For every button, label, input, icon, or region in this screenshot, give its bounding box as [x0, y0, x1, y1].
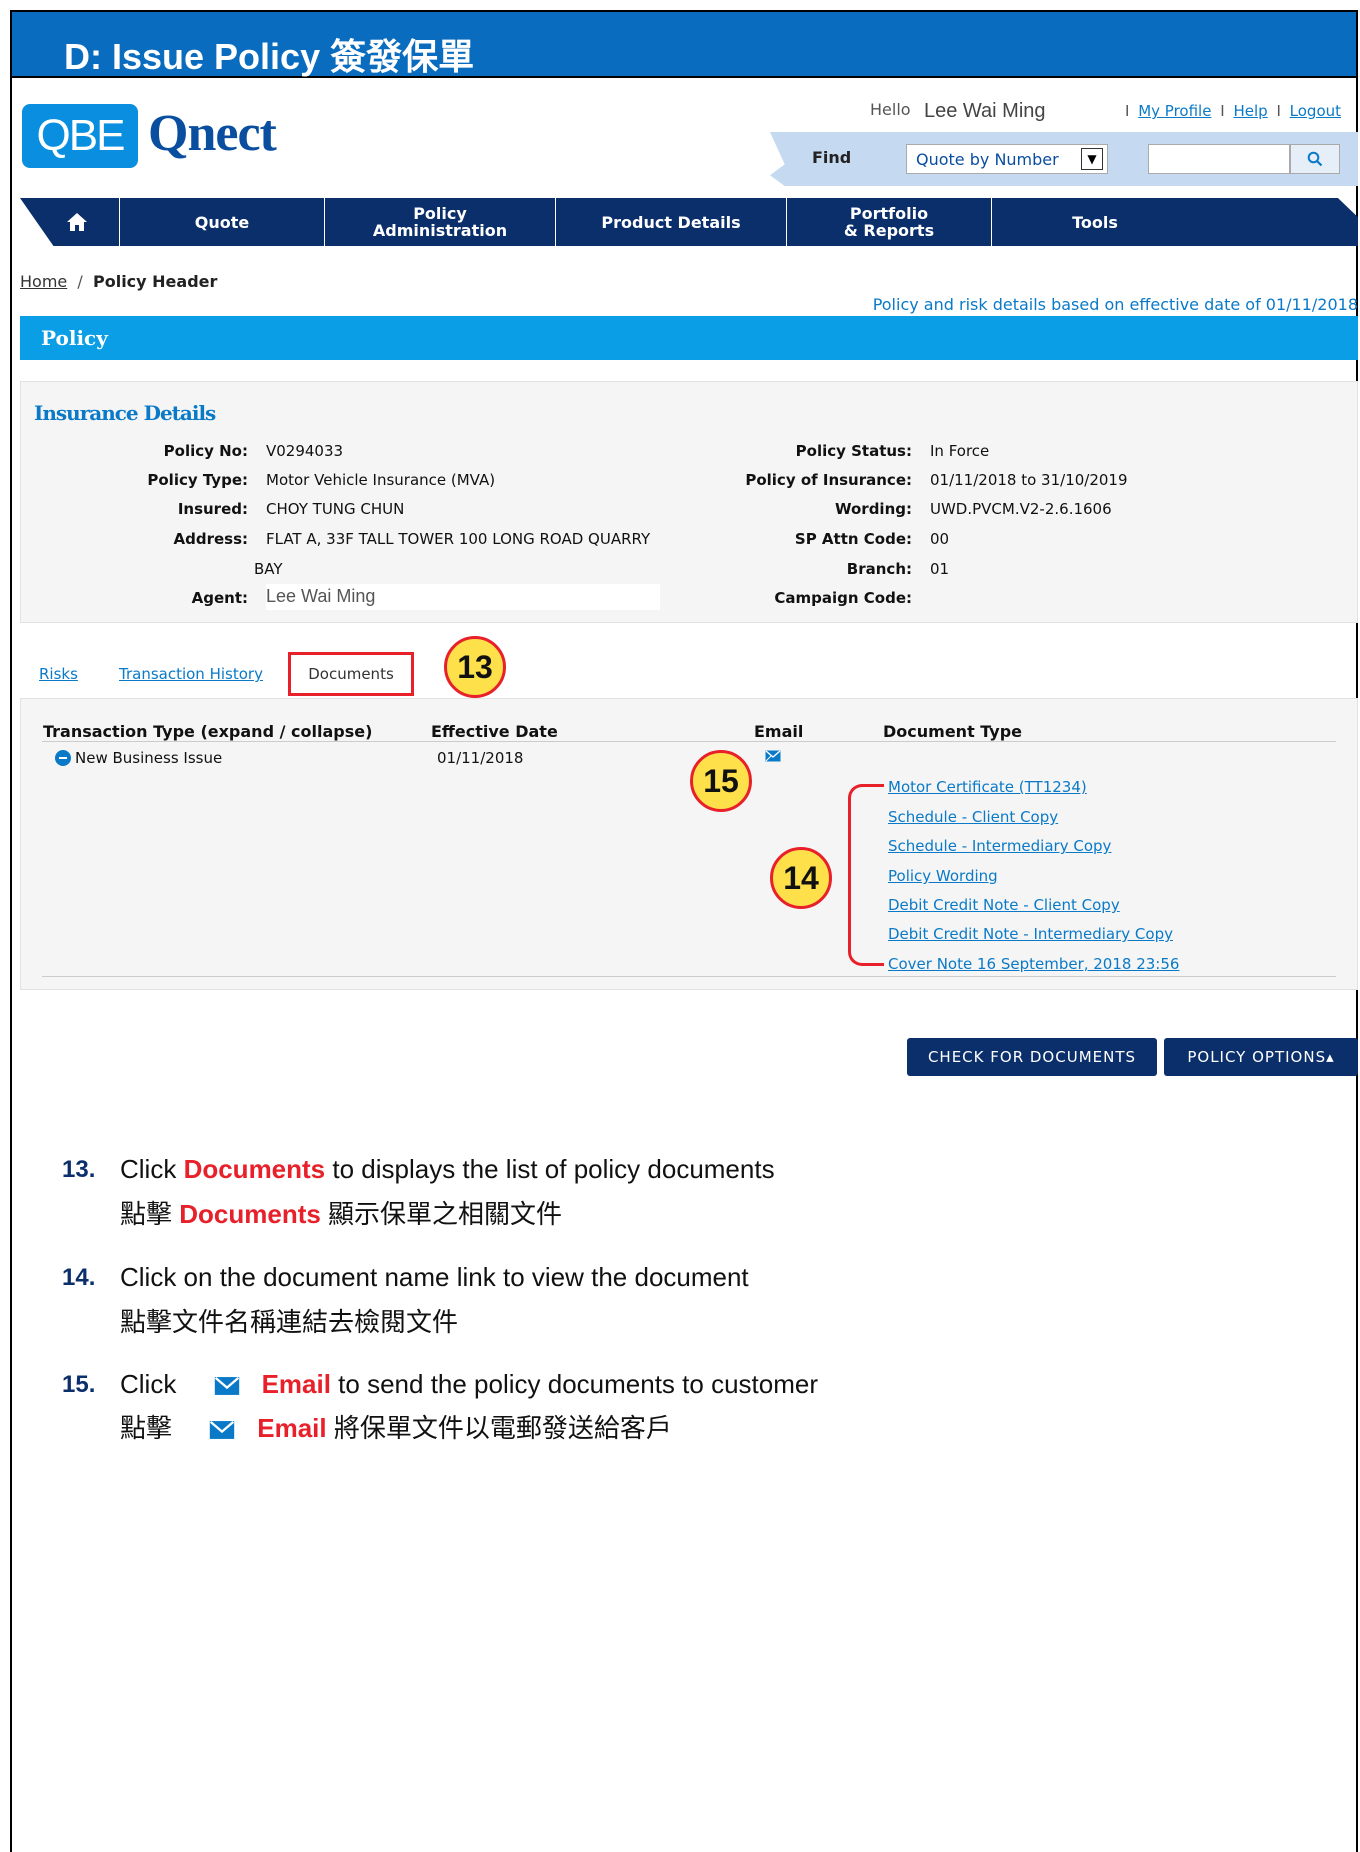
campaign-code-label: Campaign Code: — [774, 589, 912, 607]
breadcrumb-home[interactable]: Home — [20, 272, 67, 291]
title-banner: D: Issue Policy 簽發保單 — [10, 10, 1358, 78]
policy-period-value: 01/11/2018 to 31/10/2019 — [930, 471, 1128, 489]
hello-label: Hello — [870, 100, 911, 119]
step-14-en: Click on the document name link to view … — [120, 1262, 749, 1292]
home-icon — [66, 213, 87, 231]
help-link[interactable]: Help — [1233, 102, 1267, 120]
insured-label: Insured: — [177, 500, 248, 518]
envelope-icon[interactable] — [765, 750, 781, 762]
col-effective-date: Effective Date — [431, 722, 558, 741]
step-15-en: Click Email to send the policy documents… — [120, 1369, 818, 1399]
nav-home[interactable] — [34, 198, 120, 246]
qbe-logo[interactable]: QBE — [22, 104, 138, 168]
header-divider — [42, 741, 1336, 742]
policy-status-label: Policy Status: — [795, 442, 912, 460]
search-button[interactable] — [1290, 144, 1340, 174]
agent-label: Agent: — [191, 589, 248, 607]
breadcrumb: Home / Policy Header — [20, 272, 218, 291]
branch-label: Branch: — [846, 560, 912, 578]
documents-bracket — [848, 784, 884, 966]
doc-link-policy-wording[interactable]: Policy Wording — [888, 867, 998, 885]
find-type-value: Quote by Number — [916, 150, 1059, 169]
policy-period-label: Policy of Insurance: — [745, 471, 912, 489]
doc-link-cover-note[interactable]: Cover Note 16 September, 2018 23:56 — [888, 955, 1179, 973]
sp-attn-code-value: 00 — [930, 530, 950, 548]
policy-status-value: In Force — [930, 442, 990, 460]
search-icon — [1307, 151, 1323, 167]
step-15-number: 15. — [62, 1371, 96, 1398]
col-document-type: Document Type — [883, 722, 1023, 741]
doc-link-debit-credit-intermediary[interactable]: Debit Credit Note - Intermediary Copy — [888, 925, 1173, 943]
insured-value: CHOY TUNG CHUN — [266, 500, 405, 518]
envelope-icon — [214, 1377, 239, 1396]
policy-options-button[interactable]: POLICY OPTIONS▴ — [1164, 1038, 1358, 1076]
user-name: Lee Wai Ming — [924, 100, 1046, 122]
top-links: I My Profile I Help I Logout — [1125, 102, 1342, 120]
nav-quote[interactable]: Quote — [120, 198, 325, 246]
address-label: Address: — [173, 530, 248, 548]
address-value: FLAT A, 33F TALL TOWER 100 LONG ROAD QUA… — [266, 530, 651, 548]
policy-type-value: Motor Vehicle Insurance (MVA) — [266, 471, 496, 489]
doc-link-schedule-client[interactable]: Schedule - Client Copy — [888, 808, 1058, 826]
tab-risks[interactable]: Risks — [39, 665, 78, 683]
step-13-en: Click Documents to displays the list of … — [120, 1154, 775, 1184]
search-input[interactable] — [1148, 144, 1290, 174]
doc-link-motor-certificate[interactable]: Motor Certificate (TT1234) — [888, 778, 1087, 796]
doc-link-debit-credit-client[interactable]: Debit Credit Note - Client Copy — [888, 896, 1120, 914]
policy-section-bar: Policy — [20, 316, 1358, 360]
find-type-select[interactable]: Quote by Number ▼ — [906, 144, 1108, 174]
policy-no-label: Policy No: — [163, 442, 248, 460]
find-label: Find — [812, 148, 852, 167]
policy-type-label: Policy Type: — [147, 471, 248, 489]
sp-attn-code-label: SP Attn Code: — [794, 530, 912, 548]
agent-value: Lee Wai Ming — [266, 584, 660, 610]
banner-title: D: Issue Policy 簽發保單 — [64, 36, 475, 77]
callout-15: 15 — [690, 750, 752, 812]
col-email: Email — [754, 722, 804, 741]
address-value-cont: BAY — [254, 560, 283, 578]
step-13-number: 13. — [62, 1156, 96, 1183]
chevron-down-icon[interactable]: ▼ — [1081, 148, 1103, 170]
envelope-icon — [210, 1421, 235, 1440]
qnect-logo: Qnect — [148, 105, 277, 162]
breadcrumb-current: Policy Header — [92, 272, 218, 291]
collapse-icon[interactable] — [55, 750, 71, 766]
nav-policy-administration[interactable]: Policy Administration — [325, 198, 556, 246]
wording-value: UWD.PVCM.V2-2.6.1606 — [930, 500, 1112, 518]
transaction-date-value: 01/11/2018 — [437, 749, 524, 767]
wording-label: Wording: — [834, 500, 912, 518]
callout-13: 13 — [444, 636, 506, 698]
branch-value: 01 — [930, 560, 950, 578]
policy-no-value: V0294033 — [266, 442, 344, 460]
nav-portfolio-reports[interactable]: Portfolio & Reports — [787, 198, 992, 246]
step-15-zh: 點擊 Email 將保單文件以電郵發送給客戶 — [120, 1413, 672, 1443]
insurance-details-title: Insurance Details — [34, 401, 216, 425]
doc-link-schedule-intermediary[interactable]: Schedule - Intermediary Copy — [888, 837, 1111, 855]
effective-date-note: Policy and risk details based on effecti… — [872, 295, 1358, 314]
logout-link[interactable]: Logout — [1290, 102, 1341, 120]
tab-documents[interactable]: Documents — [288, 652, 414, 696]
nav-product-details[interactable]: Product Details — [556, 198, 787, 246]
col-transaction-type: Transaction Type (expand / collapse) — [43, 722, 373, 741]
tab-transaction-history[interactable]: Transaction History — [119, 665, 263, 683]
step-14-zh: 點擊文件名稱連結去檢閱文件 — [120, 1307, 459, 1337]
documents-bottom-divider — [42, 976, 1336, 977]
callout-14: 14 — [770, 847, 832, 909]
nav-tools[interactable]: Tools — [992, 198, 1198, 246]
check-for-documents-button[interactable]: CHECK FOR DOCUMENTS — [907, 1038, 1157, 1076]
transaction-type-value: New Business Issue — [75, 749, 223, 767]
step-13-zh: 點擊 Documents 顯示保單之相關文件 — [120, 1199, 563, 1229]
my-profile-link[interactable]: My Profile — [1138, 102, 1211, 120]
step-14-number: 14. — [62, 1264, 96, 1291]
